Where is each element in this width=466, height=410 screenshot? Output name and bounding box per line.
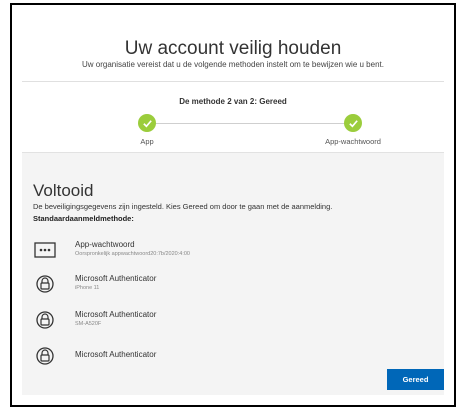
check-icon — [344, 114, 362, 132]
done-heading: Voltooid — [33, 181, 94, 201]
completion-panel: Voltooid De beveiligingsgegevens zijn in… — [22, 152, 444, 395]
default-method-label: Standaardaanmeldmethode: — [33, 214, 134, 223]
setup-window: Uw account veilig houden Uw organisatie … — [10, 3, 456, 407]
check-icon — [138, 114, 156, 132]
progress-line — [147, 123, 347, 124]
authenticator-lock-icon — [33, 310, 57, 330]
done-button[interactable]: Gereed — [387, 369, 444, 390]
method-name: App-wachtwoord — [75, 240, 135, 249]
page-subtitle: Uw organisatie vereist dat u de volgende… — [82, 60, 384, 69]
page-title: Uw account veilig houden — [124, 37, 342, 59]
step-label-app: App — [140, 137, 154, 146]
step-label-app-password: App-wachtwoord — [325, 137, 381, 146]
password-dots-icon — [33, 240, 57, 260]
method-detail: iPhone 11 — [75, 285, 100, 291]
info-text: De beveiligingsgegevens zijn ingesteld. … — [33, 202, 333, 211]
authenticator-lock-icon — [33, 346, 57, 366]
method-detail: Oorspronkelijk appwachtwoord20:7b/2020:4… — [75, 251, 190, 257]
method-name: Microsoft Authenticator — [75, 350, 157, 359]
method-name: Microsoft Authenticator — [75, 274, 157, 283]
method-name: Microsoft Authenticator — [75, 310, 157, 319]
progress-text: De methode 2 van 2: Gereed — [179, 97, 287, 106]
method-detail: SM-A520F — [75, 321, 102, 327]
progress-panel: De methode 2 van 2: Gereed App App-wacht… — [22, 82, 444, 152]
authenticator-lock-icon — [33, 274, 57, 294]
